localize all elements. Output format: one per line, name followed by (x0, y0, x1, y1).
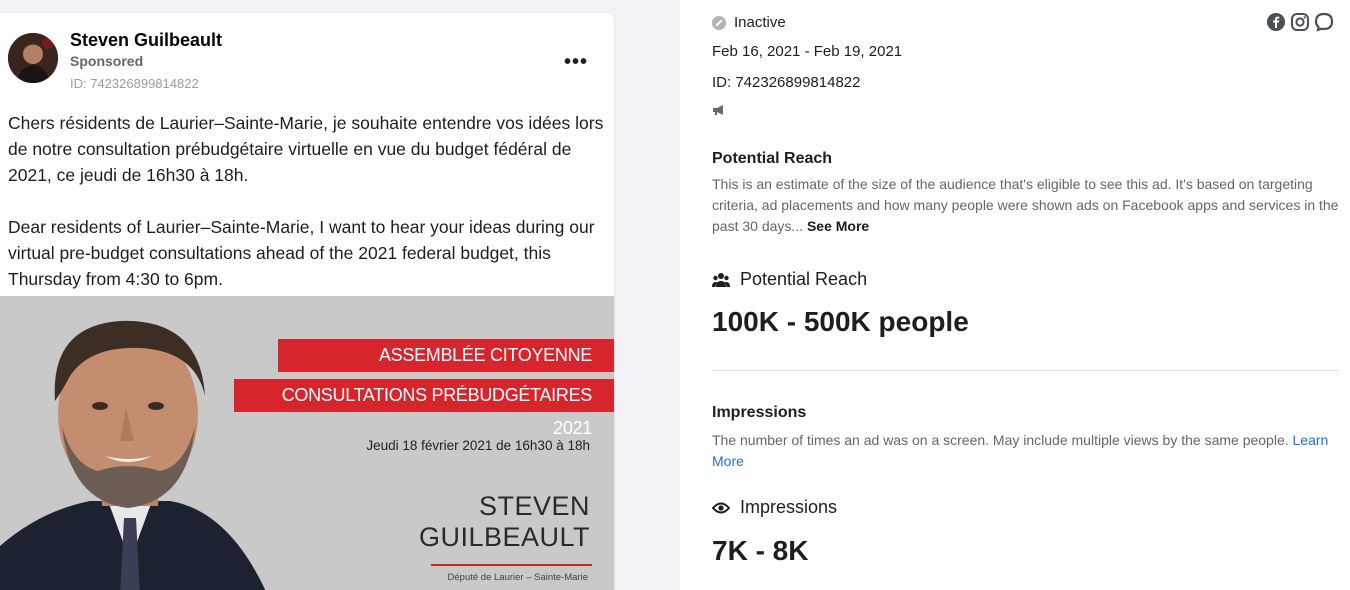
section-divider (712, 370, 1338, 371)
ad-creative-image[interactable]: ASSEMBLÉE CITOYENNE VIRTUELLE CONSULTATI… (0, 296, 614, 590)
creative-candidate-role: Député de Laurier – Sainte-Marie (447, 572, 588, 583)
creative-banner-subtitle: CONSULTATIONS PRÉBUDGÉTAIRES 2021 (234, 379, 614, 438)
sponsored-label: Sponsored (70, 53, 144, 69)
impressions-value: 7K - 8K (712, 535, 809, 566)
creative-banner-title: ASSEMBLÉE CITOYENNE VIRTUELLE (278, 339, 614, 398)
ad-date-range: Feb 16, 2021 - Feb 19, 2021 (712, 43, 903, 60)
ad-header: Steven Guilbeault Sponsored ID: 74232689… (0, 13, 614, 93)
impressions-heading: Impressions (712, 404, 807, 421)
creative-divider (431, 564, 592, 566)
instagram-icon (1291, 13, 1309, 31)
ad-details-panel: Inactive Feb 16, 2021 - Feb 19, 2021 ID:… (680, 0, 1350, 590)
potential-reach-description: This is an estimate of the size of the a… (712, 174, 1342, 237)
ad-text-french: Chers résidents de Laurier–Sainte-Marie,… (8, 113, 604, 185)
potential-reach-label-text: Potential Reach (740, 269, 868, 289)
impressions-metric-label: Impressions (712, 497, 837, 518)
impressions-description: The number of times an ad was on a scree… (712, 430, 1342, 472)
inactive-status-icon (712, 15, 726, 30)
advertiser-name[interactable]: Steven Guilbeault (70, 30, 222, 51)
creative-event-date: Jeudi 18 février 2021 de 16h30 à 18h (366, 438, 590, 453)
messenger-icon (1314, 12, 1334, 32)
impressions-description-text: The number of times an ad was on a scree… (712, 432, 1289, 448)
ad-card: Steven Guilbeault Sponsored ID: 74232689… (0, 13, 614, 590)
ad-id: ID: 742326899814822 (70, 76, 199, 91)
status-text: Inactive (734, 14, 786, 31)
platform-icons (1266, 12, 1334, 32)
ad-body-text: Chers résidents de Laurier–Sainte-Marie,… (8, 110, 606, 318)
megaphone-icon (713, 105, 723, 115)
advertiser-avatar[interactable] (8, 33, 58, 83)
creative-candidate-first-name: STEVEN (478, 491, 590, 521)
potential-reach-metric-label: Potential Reach (712, 269, 867, 290)
creative-candidate-last-name: GUILBEAULT (418, 522, 590, 552)
library-id: ID: 742326899814822 (712, 74, 861, 91)
potential-reach-heading: Potential Reach (712, 150, 833, 167)
more-options-button[interactable]: ••• (564, 51, 588, 74)
potential-reach-value: 100K - 500K people (712, 306, 969, 337)
ad-text-english: Dear residents of Laurier–Sainte-Marie, … (8, 217, 595, 289)
candidate-portrait (0, 296, 300, 590)
facebook-icon (1267, 13, 1285, 31)
see-more-link[interactable]: See More (807, 218, 869, 234)
eye-icon (712, 502, 730, 513)
people-icon (712, 272, 730, 287)
impressions-label-text: Impressions (740, 497, 838, 517)
status-row: Inactive (712, 14, 786, 31)
